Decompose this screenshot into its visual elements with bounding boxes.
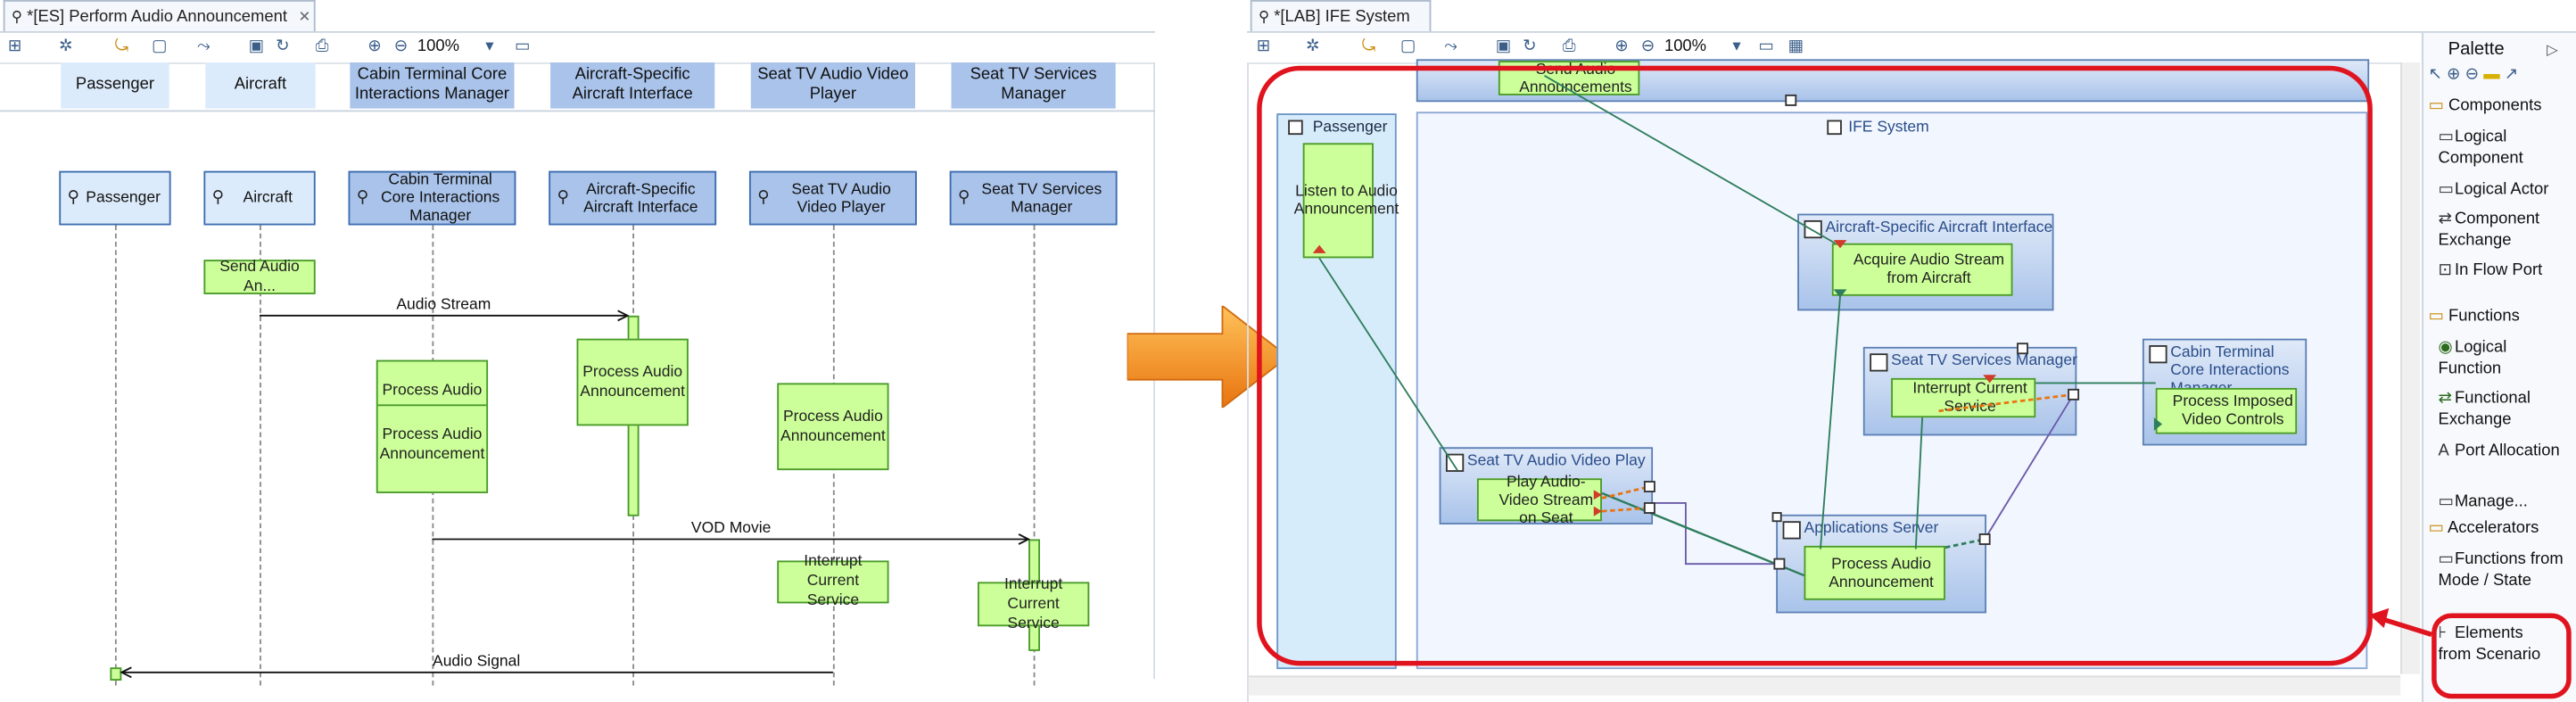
folder-icon: ▭ (2428, 519, 2444, 538)
message-audio-signal: Audio Signal (433, 652, 521, 671)
palette-tools: ↖ ⊕ ⊖ ▬ ↗ (2428, 66, 2572, 89)
palette-collapse-icon[interactable]: ▷ (2547, 41, 2558, 59)
palette-item-functions-from-mode[interactable]: ▭Functions from Mode / State (2439, 549, 2567, 592)
manage-icon: ▭ (2438, 492, 2454, 512)
pointer-arrow-icon (2369, 607, 2432, 638)
section-label: Functions (2448, 307, 2520, 326)
note-icon[interactable]: ▬ (2483, 66, 2499, 84)
port-icon: ⊡ (2438, 261, 2452, 280)
link-icon[interactable]: ↗ (2505, 66, 2518, 84)
section-label: Components (2448, 96, 2542, 116)
palette-title: Palette (2448, 39, 2505, 60)
accelerator-icon: ▭ (2438, 550, 2454, 569)
palette-section-components[interactable]: ▭ Components (2428, 97, 2541, 115)
palette-item-label: Functions from Mode / State (2438, 550, 2564, 591)
palette-item-label: Port Allocation (2454, 442, 2560, 461)
message-vod-movie: VOD Movie (690, 519, 772, 538)
palette-section-functions[interactable]: ▭ Functions (2428, 308, 2519, 326)
palette-item-functional-exchange[interactable]: ⇄ Functional Exchange (2439, 388, 2567, 431)
palette-item-label: Manage... (2454, 492, 2528, 512)
allocation-icon: A (2438, 442, 2449, 461)
palette-section-accelerators[interactable]: ▭ Accelerators (2428, 519, 2539, 537)
palette-highlight-frame (2432, 613, 2572, 699)
section-label: Accelerators (2448, 519, 2539, 538)
cursor-icon[interactable]: ↖ (2428, 66, 2441, 84)
palette-item-label: In Flow Port (2454, 261, 2543, 280)
palette-item-in-flow-port[interactable]: ⊡ In Flow Port (2439, 260, 2576, 281)
message-audio-stream: Audio Stream (396, 295, 491, 315)
highlight-frame (1257, 65, 2373, 666)
palette-item-logical-function[interactable]: ◉ Logical Function (2439, 337, 2567, 380)
exchange-icon: ⇄ (2438, 389, 2452, 409)
function-icon: ◉ (2438, 338, 2453, 357)
exchange-icon: ⇄ (2438, 210, 2452, 229)
palette-item-label: Logical Actor (2454, 180, 2549, 200)
folder-icon: ▭ (2428, 96, 2444, 116)
message-arrows (120, 310, 1031, 679)
palette-item-component-exchange[interactable]: ⇄ Component Exchange (2439, 209, 2567, 252)
palette-item-logical-actor[interactable]: ▭Logical Actor (2439, 179, 2576, 201)
zoom-in-icon[interactable]: ⊕ (2447, 66, 2460, 84)
zoom-out-icon[interactable]: ⊖ (2465, 66, 2479, 84)
palette-item-port-allocation[interactable]: A Port Allocation (2439, 441, 2567, 462)
palette-item-logical-component[interactable]: ▭Logical Component (2439, 127, 2567, 169)
component-icon: ▭ (2438, 128, 2454, 147)
actor-icon: ▭ (2438, 180, 2454, 200)
folder-icon: ▭ (2428, 307, 2444, 326)
palette-item-manage[interactable]: ▭Manage... (2439, 491, 2567, 511)
